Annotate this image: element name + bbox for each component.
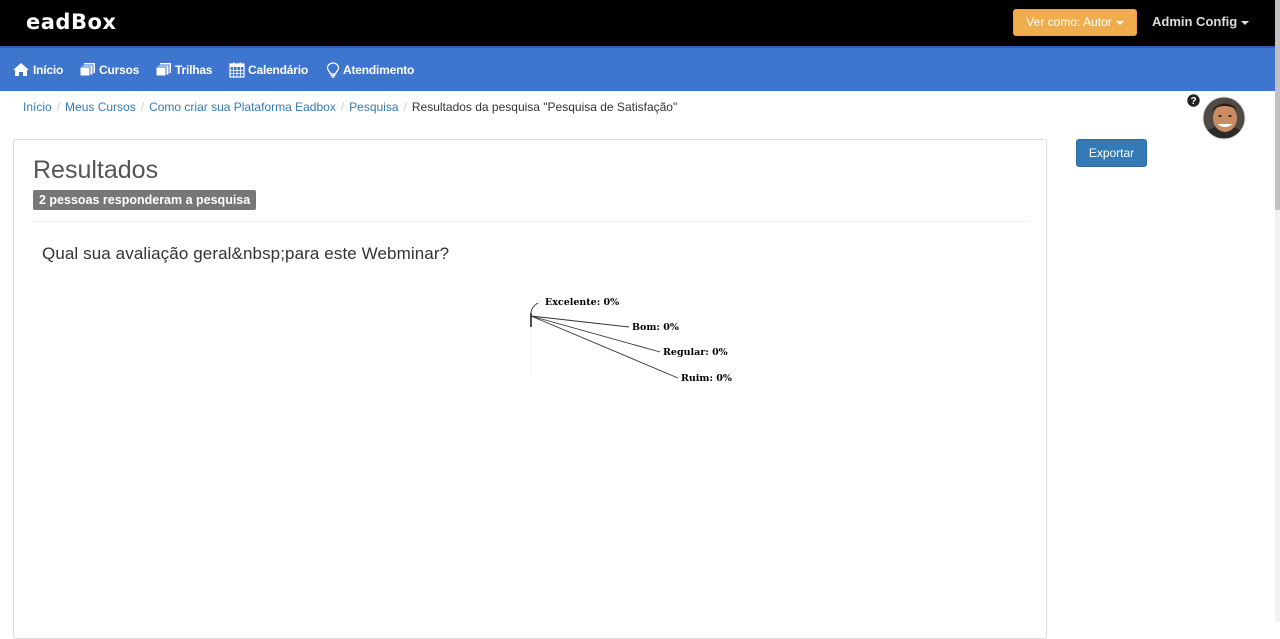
results-panel: Resultados 2 pessoas responderam a pesqu…	[13, 139, 1047, 639]
export-button[interactable]: Exportar	[1076, 139, 1147, 167]
breadcrumb: Início / Meus Cursos / Como criar sua Plataf…	[23, 100, 677, 114]
breadcrumb-link-inicio[interactable]: Início	[23, 100, 52, 114]
breadcrumb-current: Resultados da pesquisa "Pesquisa de Sati…	[411, 100, 678, 114]
leader-line-excelente	[530, 302, 539, 315]
scrollbar-thumb[interactable]	[1275, 0, 1280, 210]
nav-item-trilhas[interactable]: Trilhas	[155, 48, 212, 91]
nav-item-label: Cursos	[99, 62, 140, 77]
data-label-ruim: Ruim: 0%	[681, 373, 732, 384]
avatar[interactable]	[1202, 96, 1246, 140]
data-label-bom: Bom: 0%	[632, 322, 679, 333]
chevron-down-icon	[1115, 20, 1124, 25]
nav-item-label: Atendimento	[343, 62, 415, 77]
nav-item-label: Calendário	[248, 62, 309, 77]
nav-item-atendimento[interactable]: Atendimento	[326, 48, 414, 91]
admin-menu[interactable]: Admin Config	[1152, 14, 1250, 29]
breadcrumb-separator: /	[403, 100, 407, 114]
nav-item-label: Trilhas	[175, 62, 213, 77]
view-as-button[interactable]: Ver como: Autor	[1013, 9, 1137, 36]
brand-logo[interactable]: eadBox	[26, 10, 116, 34]
leader-line-bom	[530, 315, 630, 328]
breadcrumb-link-course[interactable]: Como criar sua Plataforma Eadbox	[149, 100, 336, 114]
top-bar: eadBox Ver como: Autor Admin Config	[0, 0, 1280, 46]
tracks-icon	[155, 63, 171, 77]
breadcrumb-separator: /	[340, 100, 345, 114]
lightbulb-icon	[326, 61, 340, 78]
pie-chart: Excelente: 0% Bom: 0% Regular: 0% Ruim: 0%	[530, 297, 732, 384]
svg-text:?: ?	[1190, 96, 1196, 107]
data-label-excelente: Excelente: 0%	[545, 297, 619, 308]
home-icon	[13, 63, 29, 76]
nav-item-calendario[interactable]: Calendário	[229, 48, 308, 91]
breadcrumb-link-pesquisa[interactable]: Pesquisa	[349, 100, 398, 114]
calendar-icon	[229, 62, 245, 78]
breadcrumb-separator: /	[56, 100, 61, 114]
admin-menu-label: Admin Config	[1152, 14, 1238, 29]
nav-item-label: Início	[33, 62, 64, 77]
chevron-down-icon	[1241, 20, 1250, 25]
data-label-regular: Regular: 0%	[663, 347, 728, 358]
view-as-label: Ver como: Autor	[1026, 15, 1112, 29]
breadcrumb-separator: /	[140, 100, 145, 114]
nav-item-cursos[interactable]: Cursos	[79, 48, 139, 91]
page-scrollbar[interactable]	[1275, 0, 1280, 622]
breadcrumb-link-meus-cursos[interactable]: Meus Cursos	[65, 100, 136, 114]
nav-item-inicio[interactable]: Início	[12, 48, 63, 91]
main-nav: Início Cursos Trilhas Calendário Atendim…	[0, 46, 1275, 91]
help-icon[interactable]: ?	[1187, 94, 1200, 107]
courses-icon	[79, 63, 95, 77]
